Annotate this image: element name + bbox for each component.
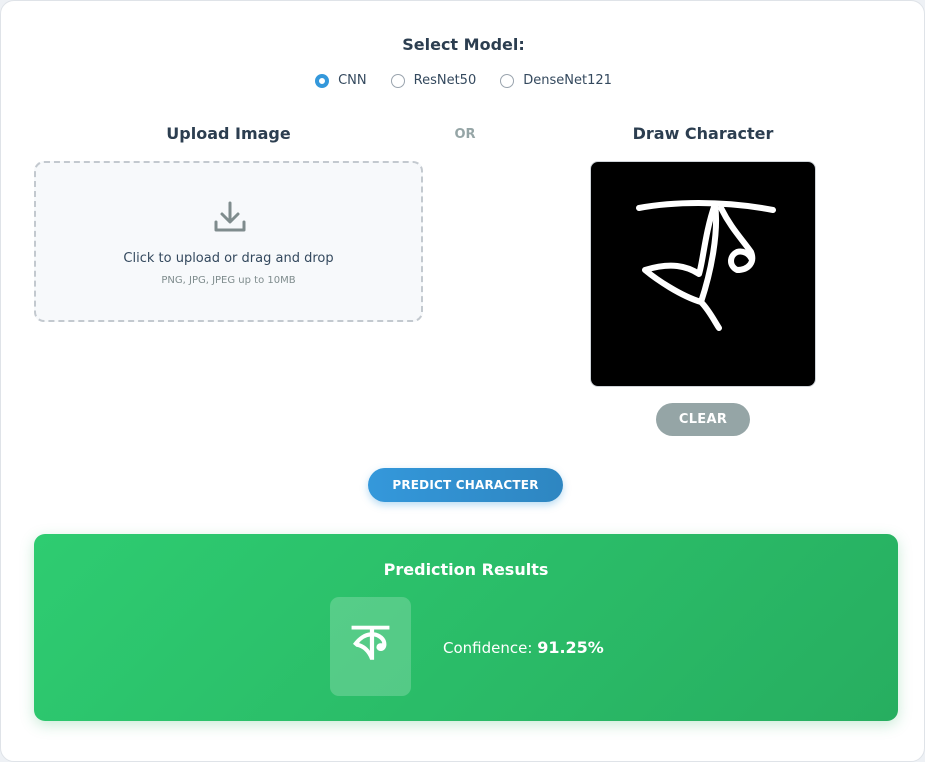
confidence-readout: Confidence: 91.25% [443, 638, 604, 657]
predicted-character: ক [330, 597, 411, 696]
radio-resnet50[interactable]: ResNet50 [390, 73, 477, 88]
confidence-value: 91.25% [537, 638, 604, 657]
radio-densenet121-indicator[interactable] [500, 73, 515, 88]
select-model-title: Select Model: [402, 35, 525, 54]
clear-button[interactable]: CLEAR [656, 403, 750, 436]
upload-title: Upload Image [166, 124, 291, 143]
download-icon [214, 201, 246, 232]
drawing-canvas[interactable] [590, 161, 816, 387]
or-divider-label: OR [454, 127, 476, 142]
radio-densenet121[interactable]: DenseNet121 [500, 73, 612, 88]
draw-title: Draw Character [632, 124, 774, 143]
predict-button[interactable]: PREDICT CHARACTER [368, 468, 563, 502]
prediction-results-panel: Prediction Results ক Confidence: 91.25% [34, 534, 898, 721]
radio-cnn-label: CNN [338, 73, 367, 88]
radio-cnn-indicator[interactable] [315, 73, 330, 88]
radio-resnet50-indicator[interactable] [390, 73, 405, 88]
main-card: Select Model: CNN ResNet50 DenseNet121 U… [0, 0, 925, 762]
results-title: Prediction Results [383, 560, 549, 579]
upload-dropzone[interactable]: Click to upload or drag and drop PNG, JP… [34, 161, 423, 322]
radio-cnn[interactable]: CNN [315, 73, 367, 88]
radio-densenet121-label: DenseNet121 [523, 73, 612, 88]
upload-instructions: Click to upload or drag and drop [123, 251, 334, 266]
confidence-label: Confidence: [443, 639, 533, 657]
upload-file-types: PNG, JPG, JPEG up to 10MB [161, 275, 296, 286]
model-radio-group: CNN ResNet50 DenseNet121 [1, 73, 925, 88]
radio-resnet50-label: ResNet50 [413, 73, 477, 88]
drawn-stroke [636, 200, 776, 331]
